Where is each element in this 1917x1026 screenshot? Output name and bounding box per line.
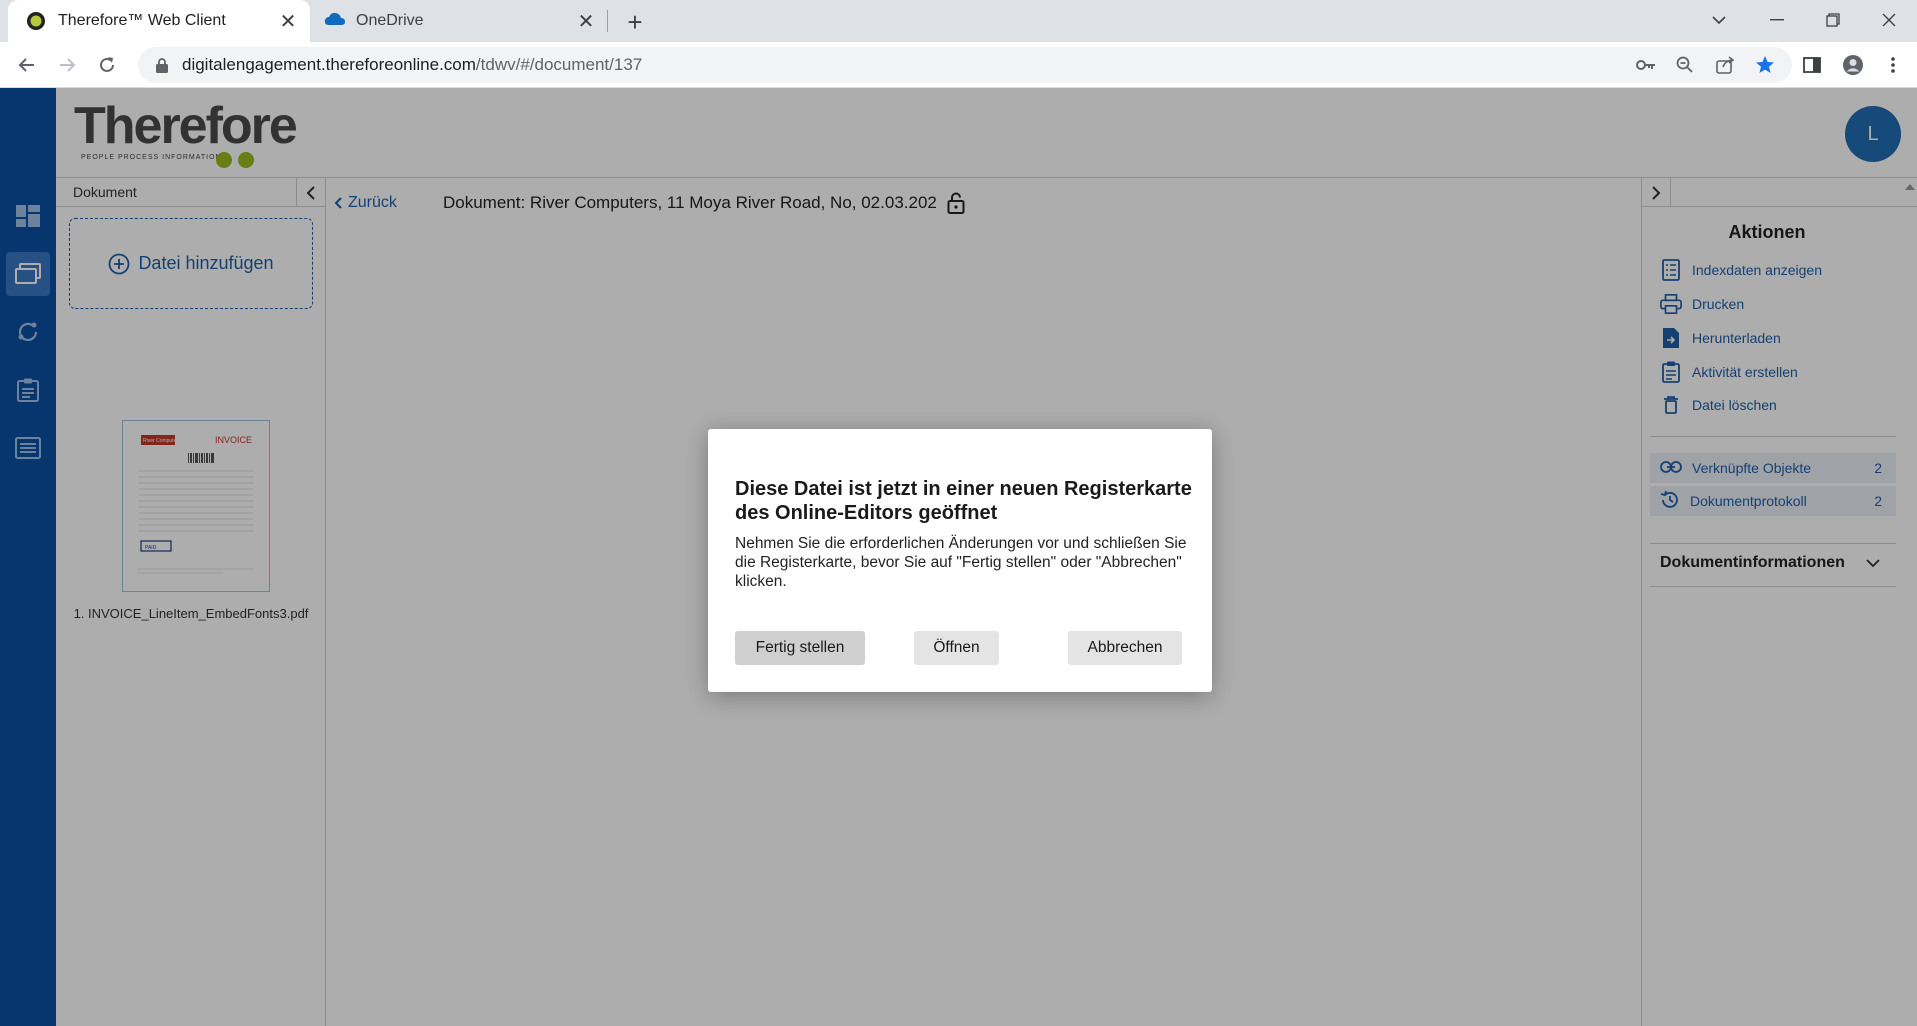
lock-icon[interactable] xyxy=(152,55,172,75)
share-icon[interactable] xyxy=(1711,51,1739,79)
close-tab-icon[interactable]: ✕ xyxy=(272,5,304,37)
url-host: digitalengagement.thereforeonline.com xyxy=(182,55,476,74)
cancel-button[interactable]: Abbrechen xyxy=(1068,631,1182,665)
url-text: digitalengagement.thereforeonline.com/td… xyxy=(182,55,642,75)
browser-tab-title: OneDrive xyxy=(356,12,424,29)
key-icon[interactable] xyxy=(1632,51,1660,79)
zoom-icon[interactable] xyxy=(1671,51,1699,79)
profile-icon[interactable] xyxy=(1836,48,1870,82)
url-path: /tdwv/#/document/137 xyxy=(475,55,643,74)
finish-button[interactable]: Fertig stellen xyxy=(735,631,865,665)
dialog-message: Nehmen Sie die erforderlichen Änderungen… xyxy=(735,535,1187,590)
restore-window-icon[interactable] xyxy=(1805,0,1861,40)
more-menu-icon[interactable] xyxy=(1876,48,1910,82)
forward-arrow-icon[interactable] xyxy=(50,48,84,82)
tab-search-chevron-icon[interactable] xyxy=(1691,0,1747,40)
onedrive-cloud-icon xyxy=(324,11,345,31)
minimize-window-icon[interactable] xyxy=(1749,0,1805,40)
editor-opened-dialog: Diese Datei ist jetzt in einer neuen Reg… xyxy=(708,429,1212,692)
browser-tab-therefore[interactable]: Therefore™ Web Client ✕ xyxy=(8,0,310,42)
dialog-title: Diese Datei ist jetzt in einer neuen Reg… xyxy=(735,478,1192,524)
bookmark-star-icon[interactable] xyxy=(1751,51,1779,79)
browser-toolbar: digitalengagement.thereforeonline.com/td… xyxy=(0,42,1917,88)
open-button[interactable]: Öffnen xyxy=(914,631,999,665)
back-arrow-icon[interactable] xyxy=(10,48,44,82)
tab-separator xyxy=(607,10,608,32)
reload-icon[interactable] xyxy=(90,48,124,82)
new-tab-button[interactable]: + xyxy=(618,5,652,39)
browser-tab-title: Therefore™ Web Client xyxy=(58,12,226,29)
address-bar[interactable]: digitalengagement.thereforeonline.com/td… xyxy=(138,47,1792,83)
browser-tab-bar: Therefore™ Web Client ✕ OneDrive ✕ + xyxy=(0,0,1917,42)
therefore-app: Therefore PEOPLE PROCESS INFORMATION L D… xyxy=(0,88,1917,1026)
close-tab-icon[interactable]: ✕ xyxy=(570,5,602,37)
browser-tab-onedrive[interactable]: OneDrive ✕ xyxy=(318,0,608,42)
therefore-favicon-icon xyxy=(26,11,46,31)
close-window-icon[interactable] xyxy=(1861,0,1917,40)
side-panel-icon[interactable] xyxy=(1795,48,1829,82)
